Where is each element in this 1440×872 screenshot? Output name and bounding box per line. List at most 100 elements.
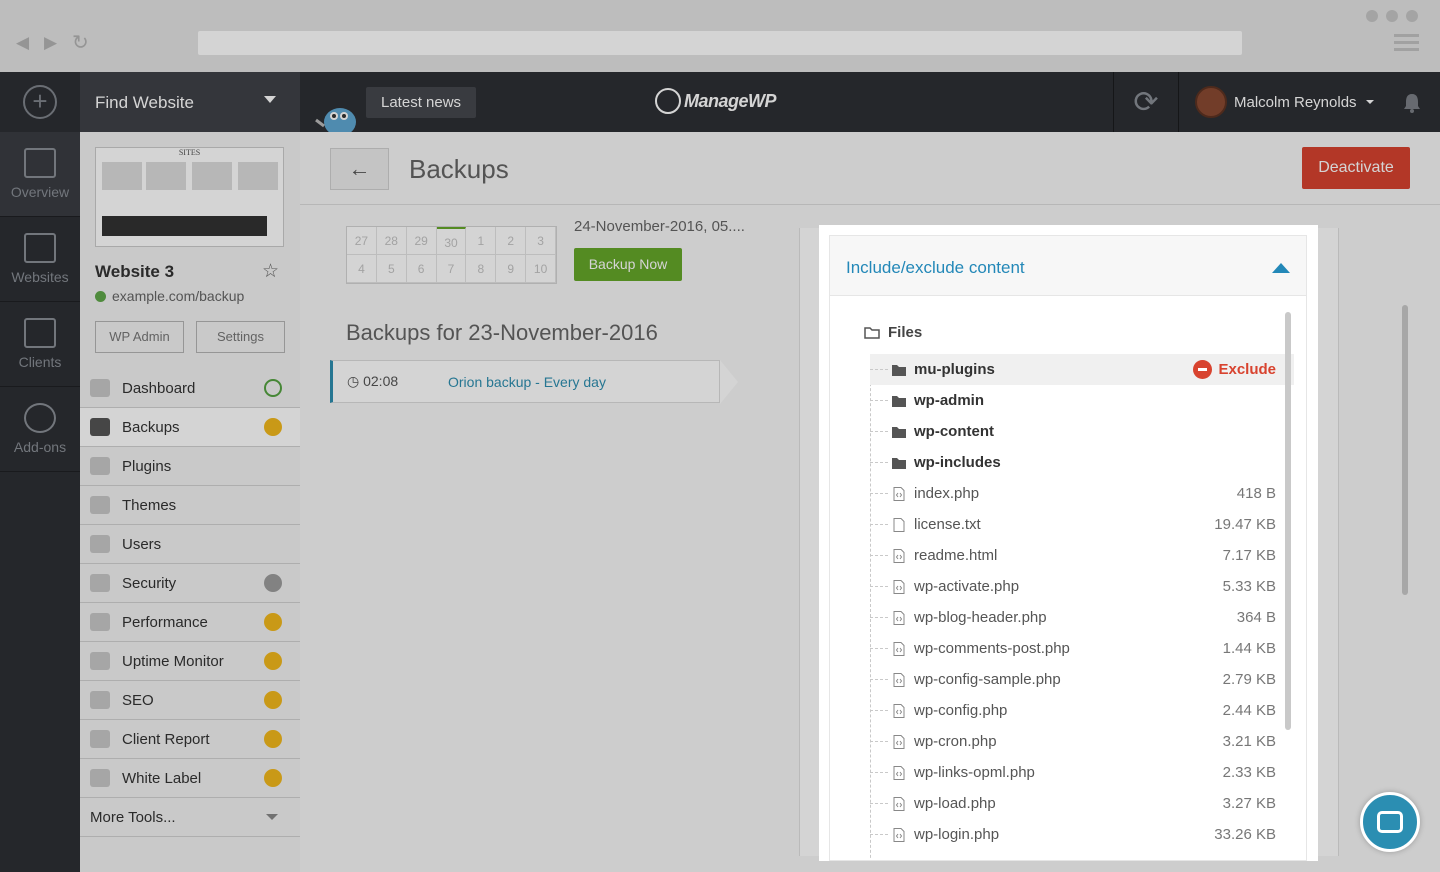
forward-arrow-icon[interactable]: ▶ — [44, 34, 57, 52]
menu-label: Client Report — [122, 730, 210, 748]
site-url-text: example.com/backup — [112, 288, 245, 304]
folder-icon — [892, 426, 906, 438]
menu-item-white-label[interactable]: White Label — [80, 759, 300, 798]
folder-icon — [892, 457, 906, 469]
nav-overview[interactable]: Overview — [0, 132, 80, 217]
site-sidebar: SITES Website 3 ☆ example.com/backup WP … — [80, 132, 300, 872]
settings-button[interactable]: Settings — [196, 321, 285, 353]
menu-item-uptime-monitor[interactable]: Uptime Monitor — [80, 642, 300, 681]
folder-row[interactable]: wp-admin — [870, 385, 1294, 416]
file-row[interactable]: readme.html 7.17 KB — [870, 540, 1294, 571]
exclude-label: Exclude — [1218, 361, 1276, 378]
nav-label: Add-ons — [13, 439, 67, 455]
page-scrollbar[interactable] — [1402, 305, 1408, 595]
file-size: 2.33 KB — [1222, 764, 1276, 781]
menu-item-users[interactable]: Users — [80, 525, 300, 564]
backup-list-item[interactable]: ◷ 02:08 Orion backup - Every day — [330, 360, 720, 403]
menu-item-themes[interactable]: Themes — [80, 486, 300, 525]
menu-item-more-tools[interactable]: More Tools... — [80, 798, 300, 837]
code-file-icon — [893, 765, 905, 780]
backup-name[interactable]: Orion backup - Every day — [448, 374, 606, 390]
calendar-day[interactable]: 7 — [437, 255, 467, 282]
window-dot[interactable] — [1406, 10, 1418, 22]
folder-row[interactable]: wp-includes — [870, 447, 1294, 478]
file-row[interactable]: wp-cron.php 3.21 KB — [870, 726, 1294, 757]
file-row[interactable]: wp-config-sample.php 2.79 KB — [870, 664, 1294, 695]
calendar-day[interactable]: 8 — [466, 255, 497, 282]
calendar-day[interactable]: 27 — [347, 227, 377, 254]
chat-button[interactable] — [1360, 792, 1420, 852]
url-bar[interactable] — [198, 31, 1242, 55]
calendar-day-selected[interactable]: 30 — [436, 227, 467, 254]
file-row[interactable]: wp-links-opml.php 2.33 KB — [870, 757, 1294, 788]
find-website-dropdown[interactable]: Find Website — [80, 72, 300, 132]
file-name: license.txt — [914, 516, 981, 533]
calendar-day[interactable]: 29 — [407, 227, 437, 254]
file-name: wp-comments-post.php — [914, 640, 1070, 657]
calendar-day[interactable]: 6 — [407, 255, 437, 282]
file-row[interactable]: wp-config.php 2.44 KB — [870, 695, 1294, 726]
file-row[interactable]: wp-login.php 33.26 KB — [870, 819, 1294, 850]
avatar — [1195, 86, 1227, 118]
file-row[interactable]: license.txt 19.47 KB — [870, 509, 1294, 540]
menu-item-performance[interactable]: Performance — [80, 603, 300, 642]
user-menu[interactable]: Malcolm Reynolds — [1195, 86, 1374, 118]
panel-header[interactable]: Include/exclude content — [830, 236, 1306, 296]
calendar-day[interactable]: 10 — [526, 255, 557, 282]
code-file-icon — [893, 641, 905, 656]
file-row[interactable]: wp-comments-post.php 1.44 KB — [870, 633, 1294, 664]
calendar-day[interactable]: 3 — [526, 227, 557, 254]
deactivate-button[interactable]: Deactivate — [1302, 147, 1410, 189]
managewp-logo[interactable]: ManageWP — [655, 88, 777, 114]
menu-label: Security — [122, 574, 177, 592]
bell-icon[interactable] — [1401, 92, 1423, 114]
calendar-day[interactable]: 4 — [347, 255, 377, 282]
latest-news-button[interactable]: Latest news — [366, 87, 477, 118]
nav-addons[interactable]: Add-ons — [0, 387, 80, 472]
backup-calendar: 27 28 29 30 1 2 3 4 5 6 7 8 9 10 — [346, 226, 557, 284]
file-row[interactable]: wp-blog-header.php 364 B — [870, 602, 1294, 633]
window-dot[interactable] — [1386, 10, 1398, 22]
overview-icon — [24, 148, 56, 178]
menu-item-plugins[interactable]: Plugins — [80, 447, 300, 486]
folder-row[interactable]: wp-content — [870, 416, 1294, 447]
menu-item-client-report[interactable]: Client Report — [80, 720, 300, 759]
backup-now-button[interactable]: Backup Now — [574, 248, 682, 281]
nav-websites[interactable]: Websites — [0, 217, 80, 302]
calendar-day[interactable]: 28 — [377, 227, 407, 254]
calendar-day[interactable]: 2 — [496, 227, 527, 254]
folder-row[interactable]: mu-plugins Exclude — [870, 354, 1294, 385]
nav-clients[interactable]: Clients — [0, 302, 80, 387]
file-size: 3.21 KB — [1222, 733, 1276, 750]
calendar-day[interactable]: 5 — [377, 255, 407, 282]
backup-item-arrow — [720, 360, 738, 404]
calendar-day[interactable]: 9 — [496, 255, 527, 282]
back-arrow-icon[interactable]: ◀ — [16, 34, 29, 52]
file-row[interactable]: wp-load.php 3.27 KB — [870, 788, 1294, 819]
tree-scrollbar[interactable] — [1285, 312, 1291, 730]
back-button[interactable]: ← — [330, 148, 389, 190]
menu-item-security[interactable]: Security — [80, 564, 300, 603]
browser-menu-icon[interactable] — [1394, 34, 1419, 54]
site-url[interactable]: example.com/backup — [95, 288, 244, 304]
site-thumbnail[interactable]: SITES — [95, 147, 284, 247]
menu-item-backups[interactable]: Backups — [80, 408, 300, 447]
menu-item-dashboard[interactable]: Dashboard — [80, 369, 300, 408]
calendar-day[interactable]: 1 — [466, 227, 497, 254]
chevron-up-icon[interactable] — [1272, 263, 1290, 273]
star-icon[interactable]: ☆ — [262, 260, 279, 283]
user-name: Malcolm Reynolds — [1234, 93, 1357, 111]
wp-admin-button[interactable]: WP Admin — [95, 321, 184, 353]
sync-button[interactable]: ⟳ — [1113, 72, 1179, 132]
reload-icon[interactable]: ↻ — [72, 33, 89, 53]
tree-root[interactable]: Files — [864, 324, 922, 341]
window-dot[interactable] — [1366, 10, 1378, 22]
add-website-button[interactable]: + — [0, 72, 80, 132]
exclude-button[interactable]: Exclude — [1193, 360, 1294, 379]
status-dot-icon — [95, 290, 106, 302]
file-row[interactable]: index.php 418 B — [870, 478, 1294, 509]
file-row[interactable]: wp-activate.php 5.33 KB — [870, 571, 1294, 602]
file-name: wp-includes — [914, 454, 1001, 471]
menu-item-seo[interactable]: SEO — [80, 681, 300, 720]
menu-label: White Label — [122, 769, 202, 787]
